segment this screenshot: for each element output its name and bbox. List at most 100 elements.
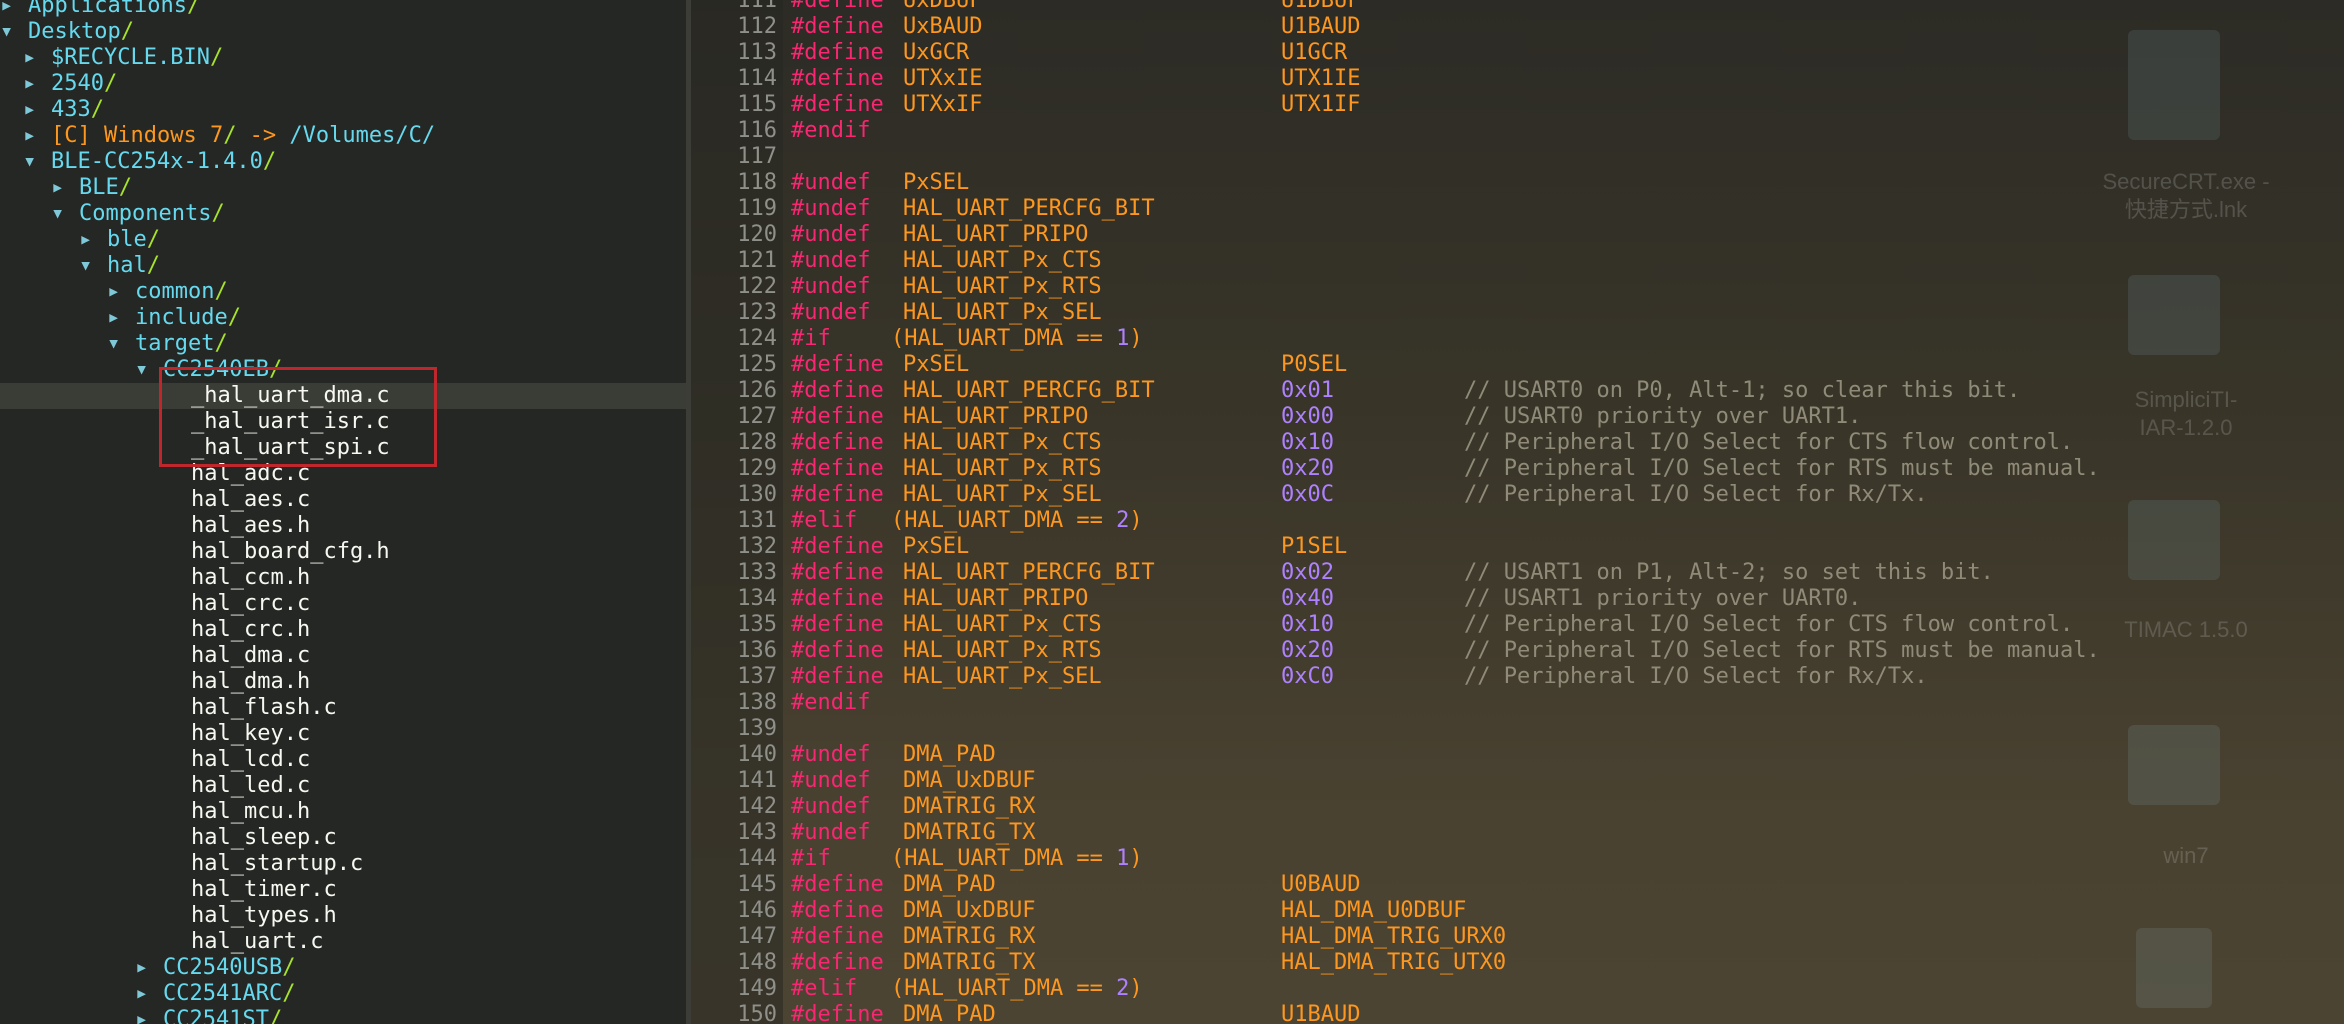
code-line[interactable]: 121 #undef HAL_UART_Px_CTS [691,248,2344,274]
disclosure-open-icon[interactable]: ▾ [79,253,107,279]
code-line[interactable]: 131 #elif (HAL_UART_DMA == 2) [691,508,2344,534]
disclosure-closed-icon[interactable]: ▸ [135,981,163,1007]
tree-file-item[interactable]: hal_aes.c [0,487,686,513]
code-line[interactable]: 134 #define HAL_UART_PRIPO 0x40 // USART1 pr… [691,586,2344,612]
tree-folder-item[interactable]: ▸ Applications/ [0,0,686,19]
code-line[interactable]: 137 #define HAL_UART_Px_SEL 0xC0 // Peripher… [691,664,2344,690]
tree-folder-item[interactable]: ▾ target/ [0,331,686,357]
code-line[interactable]: 111 #define UxDBUF U1DBUF [691,0,2344,14]
disclosure-closed-icon[interactable]: ▸ [79,227,107,253]
code-line[interactable]: 150 #define DMA_PAD U1BAUD [691,1002,2344,1024]
code-line[interactable]: 138 #endif [691,690,2344,716]
tree-file-item[interactable]: hal_uart.c [0,929,686,955]
disclosure-closed-icon[interactable]: ▸ [0,0,28,19]
tree-file-item[interactable]: hal_dma.c [0,643,686,669]
tree-folder-item[interactable]: ▸ include/ [0,305,686,331]
code-line[interactable]: 148 #define DMATRIG_TX HAL_DMA_TRIG_UTX0 [691,950,2344,976]
tree-folder-item[interactable]: ▸ CC2540USB/ [0,955,686,981]
tree-file-item[interactable]: hal_crc.h [0,617,686,643]
tree-file-item[interactable]: hal_sleep.c [0,825,686,851]
disclosure-closed-icon[interactable]: ▸ [135,1007,163,1024]
tree-folder-item[interactable]: ▸ [C] Windows 7/ -> /Volumes/C/ [0,123,686,149]
tree-folder-item[interactable]: ▸ common/ [0,279,686,305]
tree-folder-item[interactable]: ▸ CC2541ARC/ [0,981,686,1007]
disclosure-open-icon[interactable]: ▾ [0,19,28,45]
tree-file-item[interactable]: hal_flash.c [0,695,686,721]
code-line[interactable]: 119 #undef HAL_UART_PERCFG_BIT [691,196,2344,222]
tree-folder-item[interactable]: ▾ CC2540EB/ [0,357,686,383]
code-line[interactable]: 112 #define UxBAUD U1BAUD [691,14,2344,40]
code-editor[interactable]: SecureCRT.exe - 快捷方式.lnk SimpliciTI- IAR-1… [691,0,2344,1024]
disclosure-closed-icon[interactable]: ▸ [23,71,51,97]
tree-file-item[interactable]: hal_aes.h [0,513,686,539]
disclosure-closed-icon[interactable]: ▸ [23,45,51,71]
file-tree-sidebar[interactable]: ▸ Applications/▾ Desktop/▸ $RECYCLE.BIN/▸ 25… [0,0,686,1024]
code-line[interactable]: 136 #define HAL_UART_Px_RTS 0x20 // Peripher… [691,638,2344,664]
code-line[interactable]: 114 #define UTXxIE UTX1IE [691,66,2344,92]
code-line[interactable]: 120 #undef HAL_UART_PRIPO [691,222,2344,248]
tree-folder-item[interactable]: ▸ $RECYCLE.BIN/ [0,45,686,71]
code-line[interactable]: 135 #define HAL_UART_Px_CTS 0x10 // Peripher… [691,612,2344,638]
code-line[interactable]: 125 #define PxSEL P0SEL [691,352,2344,378]
code-line[interactable]: 149 #elif (HAL_UART_DMA == 2) [691,976,2344,1002]
disclosure-open-icon[interactable]: ▾ [135,357,163,383]
disclosure-open-icon[interactable]: ▾ [23,149,51,175]
disclosure-open-icon[interactable]: ▾ [107,331,135,357]
tree-file-item[interactable]: hal_adc.c [0,461,686,487]
tree-file-item[interactable]: hal_startup.c [0,851,686,877]
tree-file-item[interactable]: hal_dma.h [0,669,686,695]
tree-file-item[interactable]: hal_crc.c [0,591,686,617]
code-line[interactable]: 129 #define HAL_UART_Px_RTS 0x20 // Peripher… [691,456,2344,482]
tree-file-item[interactable]: _hal_uart_isr.c [0,409,686,435]
tree-file-item[interactable]: _hal_uart_spi.c [0,435,686,461]
tree-folder-item[interactable]: ▸ ble/ [0,227,686,253]
code-line[interactable]: 116 #endif [691,118,2344,144]
tree-file-item[interactable]: hal_timer.c [0,877,686,903]
tree-file-item[interactable]: hal_lcd.c [0,747,686,773]
code-line[interactable]: 145 #define DMA_PAD U0BAUD [691,872,2344,898]
code-line[interactable]: 127 #define HAL_UART_PRIPO 0x00 // USART0 pr… [691,404,2344,430]
tree-folder-item[interactable]: ▸ 2540/ [0,71,686,97]
tree-folder-item[interactable]: ▾ hal/ [0,253,686,279]
code-line[interactable]: 128 #define HAL_UART_Px_CTS 0x10 // Peripher… [691,430,2344,456]
code-line[interactable]: 142 #undef DMATRIG_RX [691,794,2344,820]
code-line[interactable]: 123 #undef HAL_UART_Px_SEL [691,300,2344,326]
tree-file-item[interactable]: hal_mcu.h [0,799,686,825]
tree-file-item[interactable]: hal_board_cfg.h [0,539,686,565]
tree-folder-item[interactable]: ▾ Components/ [0,201,686,227]
tree-file-item[interactable]: hal_key.c [0,721,686,747]
tree-file-item[interactable]: _hal_uart_dma.c [0,383,686,409]
disclosure-closed-icon[interactable]: ▸ [23,123,51,149]
tree-folder-item[interactable]: ▾ BLE-CC254x-1.4.0/ [0,149,686,175]
tree-file-item[interactable]: hal_types.h [0,903,686,929]
tree-folder-item[interactable]: ▸ 433/ [0,97,686,123]
tree-folder-item[interactable]: ▾ Desktop/ [0,19,686,45]
code-line[interactable]: 124 #if (HAL_UART_DMA == 1) [691,326,2344,352]
code-line[interactable]: 143 #undef DMATRIG_TX [691,820,2344,846]
code-line[interactable]: 126 #define HAL_UART_PERCFG_BIT 0x01 // USAR… [691,378,2344,404]
disclosure-closed-icon[interactable]: ▸ [107,305,135,331]
tree-file-item[interactable]: hal_ccm.h [0,565,686,591]
code-line[interactable]: 147 #define DMATRIG_RX HAL_DMA_TRIG_URX0 [691,924,2344,950]
code-line[interactable]: 146 #define DMA_UxDBUF HAL_DMA_U0DBUF [691,898,2344,924]
disclosure-closed-icon[interactable]: ▸ [135,955,163,981]
code-line[interactable]: 130 #define HAL_UART_Px_SEL 0x0C // Peripher… [691,482,2344,508]
code-line[interactable]: 118 #undef PxSEL [691,170,2344,196]
tree-file-item[interactable]: hal_led.c [0,773,686,799]
disclosure-closed-icon[interactable]: ▸ [107,279,135,305]
code-line[interactable]: 144 #if (HAL_UART_DMA == 1) [691,846,2344,872]
code-line[interactable]: 133 #define HAL_UART_PERCFG_BIT 0x02 // USAR… [691,560,2344,586]
disclosure-open-icon[interactable]: ▾ [51,201,79,227]
tree-folder-item[interactable]: ▸ CC2541ST/ [0,1007,686,1024]
code-line[interactable]: 113 #define UxGCR U1GCR [691,40,2344,66]
disclosure-closed-icon[interactable]: ▸ [51,175,79,201]
code-line[interactable]: 140 #undef DMA_PAD [691,742,2344,768]
code-line[interactable]: 139 [691,716,2344,742]
tree-folder-item[interactable]: ▸ BLE/ [0,175,686,201]
code-line[interactable]: 115 #define UTXxIF UTX1IF [691,92,2344,118]
code-line[interactable]: 122 #undef HAL_UART_Px_RTS [691,274,2344,300]
code-line[interactable]: 141 #undef DMA_UxDBUF [691,768,2344,794]
code-line[interactable]: 117 [691,144,2344,170]
code-line[interactable]: 132 #define PxSEL P1SEL [691,534,2344,560]
disclosure-closed-icon[interactable]: ▸ [23,97,51,123]
